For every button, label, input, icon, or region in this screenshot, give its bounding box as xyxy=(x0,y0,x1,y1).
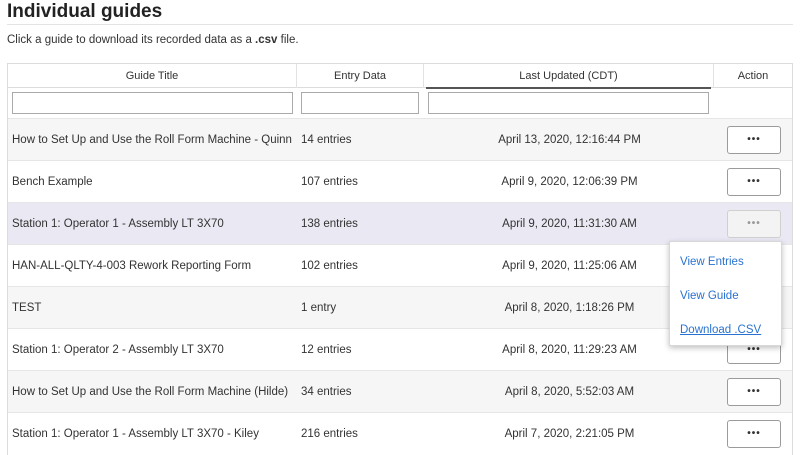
last-updated-cell: April 8, 2020, 5:52:03 AM xyxy=(504,386,635,398)
last-updated-cell: April 9, 2020, 11:31:30 AM xyxy=(502,218,637,230)
row-actions-button[interactable]: ••• xyxy=(727,126,781,154)
more-dots-icon: ••• xyxy=(747,176,761,187)
table-row[interactable]: How to Set Up and Use the Roll Form Mach… xyxy=(8,118,792,160)
entry-data-cell: 1 entry xyxy=(301,302,337,314)
entry-data-cell: 14 entries xyxy=(301,134,352,146)
last-updated-cell: April 7, 2020, 2:21:05 PM xyxy=(504,428,635,440)
subtitle-text: Click a guide to download its recorded d… xyxy=(7,34,256,46)
menu-item-download-csv[interactable]: Download .CSV xyxy=(680,323,761,337)
table-row[interactable]: Bench Example 107 entries April 9, 2020,… xyxy=(8,160,792,202)
table-row[interactable]: Station 1: Operator 1 - Assembly LT 3X70… xyxy=(8,412,792,454)
last-updated-cell: April 9, 2020, 12:06:39 PM xyxy=(501,176,638,188)
guide-title-cell[interactable]: How to Set Up and Use the Roll Form Mach… xyxy=(12,119,298,161)
table-row[interactable]: Station 1: Operator 1 - Assembly LT 3X70… xyxy=(8,202,792,244)
guide-title-cell[interactable]: Station 1: Operator 2 - Assembly LT 3X70 xyxy=(12,329,298,371)
more-dots-icon: ••• xyxy=(747,386,761,397)
more-dots-icon: ••• xyxy=(747,428,761,439)
row-actions-button[interactable]: ••• xyxy=(727,420,781,448)
guide-title-cell[interactable]: Station 1: Operator 1 - Assembly LT 3X70 xyxy=(12,203,298,245)
guide-title-cell[interactable]: TEST xyxy=(12,287,298,329)
last-updated-cell: April 13, 2020, 12:16:44 PM xyxy=(498,134,641,146)
table-header: Guide Title Entry Data Last Updated (CDT… xyxy=(8,64,792,89)
entry-data-cell: 138 entries xyxy=(301,218,358,230)
more-dots-icon: ••• xyxy=(747,218,761,229)
guide-title-cell[interactable]: HAN-ALL-QLTY-4-003 Rework Reporting Form xyxy=(12,245,298,287)
entry-data-cell: 12 entries xyxy=(301,344,352,356)
subtitle-suffix: file. xyxy=(277,34,299,46)
column-header-guide-title[interactable]: Guide Title xyxy=(8,64,297,88)
title-divider xyxy=(7,24,793,25)
row-actions-button[interactable]: ••• xyxy=(727,210,781,238)
row-actions-button[interactable]: ••• xyxy=(727,378,781,406)
entry-data-cell: 107 entries xyxy=(301,176,358,188)
menu-item-view-guide[interactable]: View Guide xyxy=(680,289,739,303)
last-updated-filter[interactable] xyxy=(428,92,709,114)
guide-title-filter[interactable] xyxy=(12,92,293,114)
subtitle-extension: .csv xyxy=(255,34,278,46)
guide-title-cell[interactable]: Station 1: Operator 1 - Assembly LT 3X70… xyxy=(12,413,298,455)
filter-row xyxy=(8,88,792,118)
more-dots-icon: ••• xyxy=(747,344,761,355)
menu-item-view-entries[interactable]: View Entries xyxy=(680,255,744,269)
entry-data-cell: 216 entries xyxy=(301,428,358,440)
more-dots-icon: ••• xyxy=(747,134,761,145)
page-title: Individual guides xyxy=(7,1,163,22)
column-header-entry-data[interactable]: Entry Data xyxy=(297,64,424,88)
guide-title-cell[interactable]: Bench Example xyxy=(12,161,298,203)
entry-data-filter[interactable] xyxy=(301,92,419,114)
table-row[interactable]: How to Set Up and Use the Roll Form Mach… xyxy=(8,370,792,412)
page-subtitle: Click a guide to download its recorded d… xyxy=(7,33,299,47)
column-header-last-updated[interactable]: Last Updated (CDT) xyxy=(424,64,714,89)
row-actions-menu: View Entries View Guide Download .CSV xyxy=(669,241,782,346)
row-actions-button[interactable]: ••• xyxy=(727,168,781,196)
column-header-action: Action xyxy=(737,70,769,82)
entry-data-cell: 34 entries xyxy=(301,386,352,398)
entry-data-cell: 102 entries xyxy=(301,260,358,272)
guide-title-cell[interactable]: How to Set Up and Use the Roll Form Mach… xyxy=(12,371,298,413)
